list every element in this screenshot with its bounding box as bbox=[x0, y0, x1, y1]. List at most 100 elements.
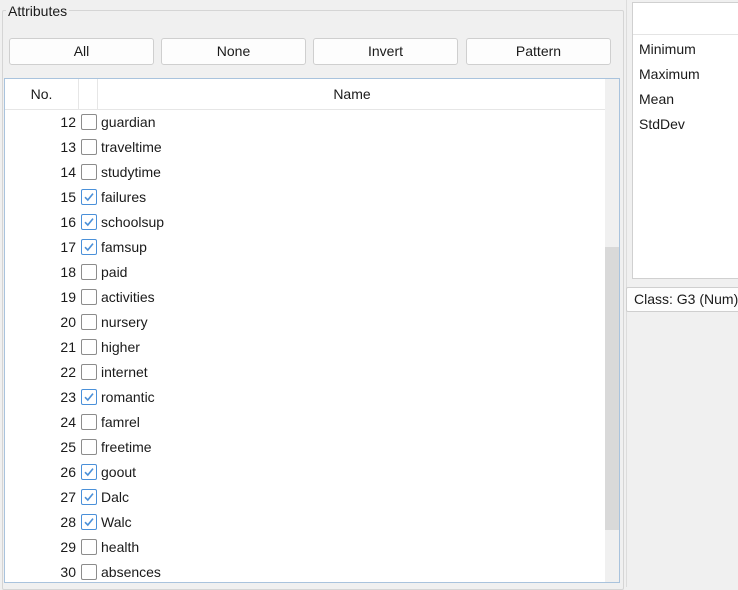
table-row[interactable]: 19 activities bbox=[5, 285, 606, 310]
table-row[interactable]: 20 nursery bbox=[5, 310, 606, 335]
checkmark-icon bbox=[84, 468, 94, 477]
row-number: 17 bbox=[60, 239, 76, 255]
attribute-checkbox[interactable] bbox=[81, 214, 97, 230]
column-header-checkbox[interactable] bbox=[79, 79, 98, 109]
stat-label-maximum: Maximum bbox=[639, 66, 700, 82]
checkmark-icon bbox=[84, 493, 94, 502]
attribute-name: Walc bbox=[101, 514, 132, 530]
vertical-scrollbar[interactable] bbox=[605, 79, 619, 582]
table-row[interactable]: 12 guardian bbox=[5, 110, 606, 135]
table-row[interactable]: 16 schoolsup bbox=[5, 210, 606, 235]
attribute-checkbox[interactable] bbox=[81, 364, 97, 380]
attribute-checkbox[interactable] bbox=[81, 339, 97, 355]
row-number: 30 bbox=[60, 564, 76, 580]
attribute-checkbox[interactable] bbox=[81, 189, 97, 205]
stat-label-stddev: StdDev bbox=[639, 116, 685, 132]
attribute-name: health bbox=[101, 539, 140, 555]
pattern-button[interactable]: Pattern bbox=[466, 38, 611, 65]
table-row[interactable]: 18 paid bbox=[5, 260, 606, 285]
invert-selection-button[interactable]: Invert bbox=[313, 38, 458, 65]
row-number: 20 bbox=[60, 314, 76, 330]
select-all-button[interactable]: All bbox=[9, 38, 154, 65]
table-header: No. Name bbox=[5, 79, 606, 110]
attribute-checkbox[interactable] bbox=[81, 464, 97, 480]
attributes-title: Attributes bbox=[6, 3, 70, 19]
checkmark-icon bbox=[84, 193, 94, 202]
attribute-name: internet bbox=[101, 364, 148, 380]
row-number: 26 bbox=[60, 464, 76, 480]
table-row[interactable]: 25 freetime bbox=[5, 435, 606, 460]
select-none-button[interactable]: None bbox=[161, 38, 306, 65]
attribute-checkbox[interactable] bbox=[81, 439, 97, 455]
row-number: 25 bbox=[60, 439, 76, 455]
attribute-checkbox[interactable] bbox=[81, 314, 97, 330]
table-row[interactable]: 21 higher bbox=[5, 335, 606, 360]
attribute-checkbox[interactable] bbox=[81, 489, 97, 505]
attribute-name: traveltime bbox=[101, 139, 162, 155]
attribute-name: famrel bbox=[101, 414, 140, 430]
row-number: 21 bbox=[60, 339, 76, 355]
attributes-table: No. Name 12 guardian 13 traveltime 14 studyti… bbox=[4, 78, 620, 583]
row-number: 27 bbox=[60, 489, 76, 505]
attribute-name: guardian bbox=[101, 114, 156, 130]
attribute-name: romantic bbox=[101, 389, 155, 405]
stats-header bbox=[633, 3, 738, 35]
attribute-name: activities bbox=[101, 289, 155, 305]
attribute-name: nursery bbox=[101, 314, 148, 330]
table-row[interactable]: 22 internet bbox=[5, 360, 606, 385]
attribute-checkbox[interactable] bbox=[81, 164, 97, 180]
table-row[interactable]: 24 famrel bbox=[5, 410, 606, 435]
attribute-checkbox[interactable] bbox=[81, 414, 97, 430]
attribute-name: goout bbox=[101, 464, 137, 480]
column-header-name[interactable]: Name bbox=[98, 79, 606, 109]
row-number: 24 bbox=[60, 414, 76, 430]
table-row[interactable]: 17 famsup bbox=[5, 235, 606, 260]
row-number: 13 bbox=[60, 139, 76, 155]
class-attribute-dropdown[interactable]: Class: G3 (Num) bbox=[626, 287, 738, 312]
table-row[interactable]: 14 studytime bbox=[5, 160, 606, 185]
row-number: 14 bbox=[60, 164, 76, 180]
row-number: 12 bbox=[60, 114, 76, 130]
attribute-name: higher bbox=[101, 339, 140, 355]
row-number: 15 bbox=[60, 189, 76, 205]
table-row[interactable]: 23 romantic bbox=[5, 385, 606, 410]
stat-label-mean: Mean bbox=[639, 91, 675, 107]
attribute-checkbox[interactable] bbox=[81, 389, 97, 405]
attribute-checkbox[interactable] bbox=[81, 564, 97, 580]
attribute-name: Dalc bbox=[101, 489, 130, 505]
attribute-name: studytime bbox=[101, 164, 161, 180]
table-body: 12 guardian 13 traveltime 14 studytime 15 failu… bbox=[5, 110, 606, 582]
attribute-stats-panel: Minimum Maximum Mean StdDev bbox=[632, 2, 738, 279]
stat-label-minimum: Minimum bbox=[639, 41, 696, 57]
attribute-checkbox[interactable] bbox=[81, 289, 97, 305]
row-number: 19 bbox=[60, 289, 76, 305]
table-row[interactable]: 28 Walc bbox=[5, 510, 606, 535]
table-row[interactable]: 27 Dalc bbox=[5, 485, 606, 510]
row-number: 16 bbox=[60, 214, 76, 230]
attribute-name: failures bbox=[101, 189, 147, 205]
row-number: 28 bbox=[60, 514, 76, 530]
table-row[interactable]: 29 health bbox=[5, 535, 606, 560]
row-number: 18 bbox=[60, 264, 76, 280]
table-row[interactable]: 30 absences bbox=[5, 560, 606, 582]
attribute-checkbox[interactable] bbox=[81, 539, 97, 555]
table-row[interactable]: 26 goout bbox=[5, 460, 606, 485]
attribute-checkbox[interactable] bbox=[81, 239, 97, 255]
attribute-checkbox[interactable] bbox=[81, 514, 97, 530]
row-number: 22 bbox=[60, 364, 76, 380]
table-row[interactable]: 13 traveltime bbox=[5, 135, 606, 160]
row-number: 23 bbox=[60, 389, 76, 405]
row-number: 29 bbox=[60, 539, 76, 555]
scrollbar-thumb[interactable] bbox=[605, 247, 619, 530]
table-row[interactable]: 15 failures bbox=[5, 185, 606, 210]
attribute-checkbox[interactable] bbox=[81, 139, 97, 155]
attribute-name: famsup bbox=[101, 239, 147, 255]
attribute-checkbox[interactable] bbox=[81, 264, 97, 280]
attribute-name: absences bbox=[101, 564, 161, 580]
attribute-checkbox[interactable] bbox=[81, 114, 97, 130]
attribute-name: freetime bbox=[101, 439, 152, 455]
checkmark-icon bbox=[84, 218, 94, 227]
column-header-no[interactable]: No. bbox=[5, 79, 79, 109]
checkmark-icon bbox=[84, 243, 94, 252]
attribute-name: schoolsup bbox=[101, 214, 165, 230]
